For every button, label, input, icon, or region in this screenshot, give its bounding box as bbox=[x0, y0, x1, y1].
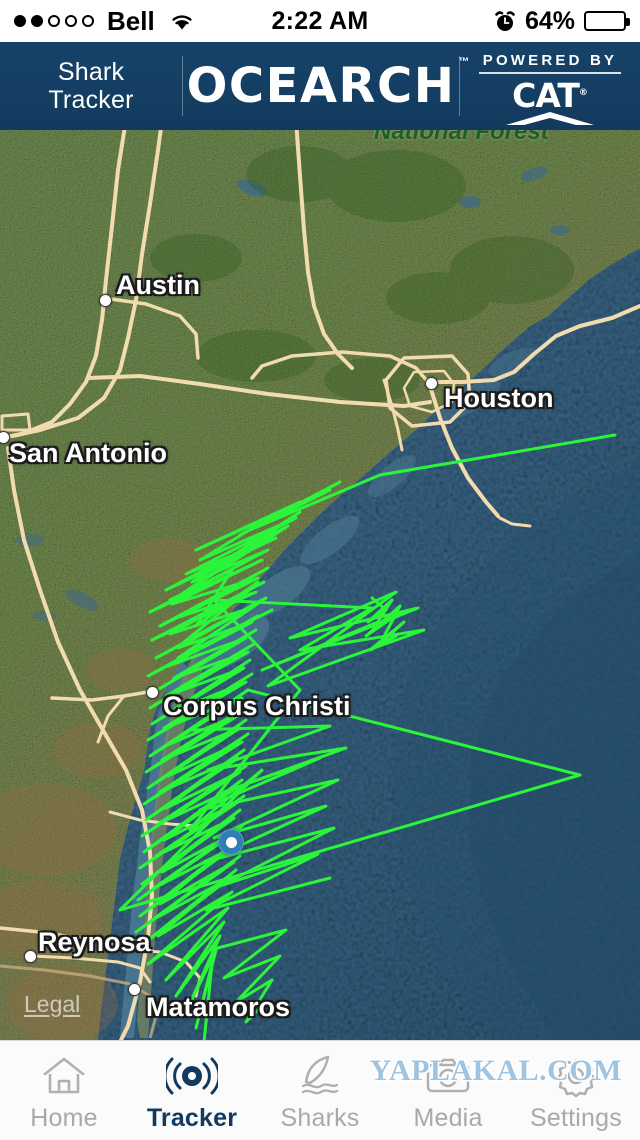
tab-home[interactable]: Home bbox=[0, 1041, 128, 1140]
city-label: Corpus Christi bbox=[163, 691, 351, 721]
city-pin bbox=[146, 686, 159, 699]
tab-media-label: Media bbox=[413, 1103, 483, 1132]
radar-icon bbox=[166, 1053, 218, 1099]
shark-fin-icon bbox=[296, 1053, 344, 1099]
city-pin bbox=[24, 950, 37, 963]
home-icon bbox=[41, 1053, 87, 1099]
shark-tracker-app: Bell 2:22 AM 64% Shark Tracker OCEARCH ™… bbox=[0, 0, 640, 1140]
status-bar: Bell 2:22 AM 64% bbox=[0, 0, 640, 42]
ocearch-wordmark: OCEARCH bbox=[186, 58, 456, 114]
sponsor-logo: POWERED BY CAT® bbox=[460, 42, 640, 130]
tab-home-label: Home bbox=[30, 1103, 98, 1132]
city-label: Austin bbox=[116, 270, 200, 300]
app-title-line2: Tracker bbox=[48, 86, 134, 114]
app-title-line1: Shark bbox=[57, 57, 125, 86]
city-pin bbox=[425, 377, 438, 390]
city-pin bbox=[99, 294, 112, 307]
site-watermark: YAPLAKAL.COM bbox=[369, 1054, 622, 1087]
cat-wordmark: CAT bbox=[512, 76, 580, 115]
trademark-symbol: ™ bbox=[458, 56, 470, 68]
city-label: Matamoros bbox=[146, 992, 291, 1022]
city-label: Houston bbox=[444, 383, 554, 413]
map-area-label-national-forest: National Forest bbox=[374, 130, 549, 145]
tab-settings-label: Settings bbox=[530, 1103, 622, 1132]
tab-sharks-label: Sharks bbox=[280, 1103, 360, 1132]
status-bar-clock: 2:22 AM bbox=[271, 6, 369, 35]
city-label: Reynosa bbox=[38, 927, 151, 957]
shark-position-marker[interactable] bbox=[218, 829, 244, 855]
tab-sharks[interactable]: Sharks bbox=[256, 1041, 384, 1140]
battery-icon bbox=[584, 11, 630, 31]
tab-tracker[interactable]: Tracker bbox=[128, 1041, 256, 1140]
powered-by-label: POWERED BY bbox=[479, 52, 621, 74]
map-view[interactable]: National Forest Austin Houston San Antonio… bbox=[0, 130, 640, 1040]
ocearch-logo: OCEARCH ™ bbox=[183, 42, 470, 130]
city-label: San Antonio bbox=[9, 438, 167, 468]
registered-symbol: ® bbox=[578, 88, 588, 98]
app-title: Shark Tracker bbox=[0, 42, 182, 130]
map-satellite-basemap bbox=[0, 130, 640, 1040]
cat-logo: CAT® bbox=[485, 76, 615, 125]
tab-tracker-label: Tracker bbox=[146, 1103, 238, 1132]
app-header: Shark Tracker OCEARCH ™ POWERED BY CAT® bbox=[0, 42, 640, 130]
legal-link[interactable]: Legal bbox=[24, 991, 80, 1018]
marker-center-dot bbox=[225, 836, 237, 848]
city-pin bbox=[128, 983, 141, 996]
